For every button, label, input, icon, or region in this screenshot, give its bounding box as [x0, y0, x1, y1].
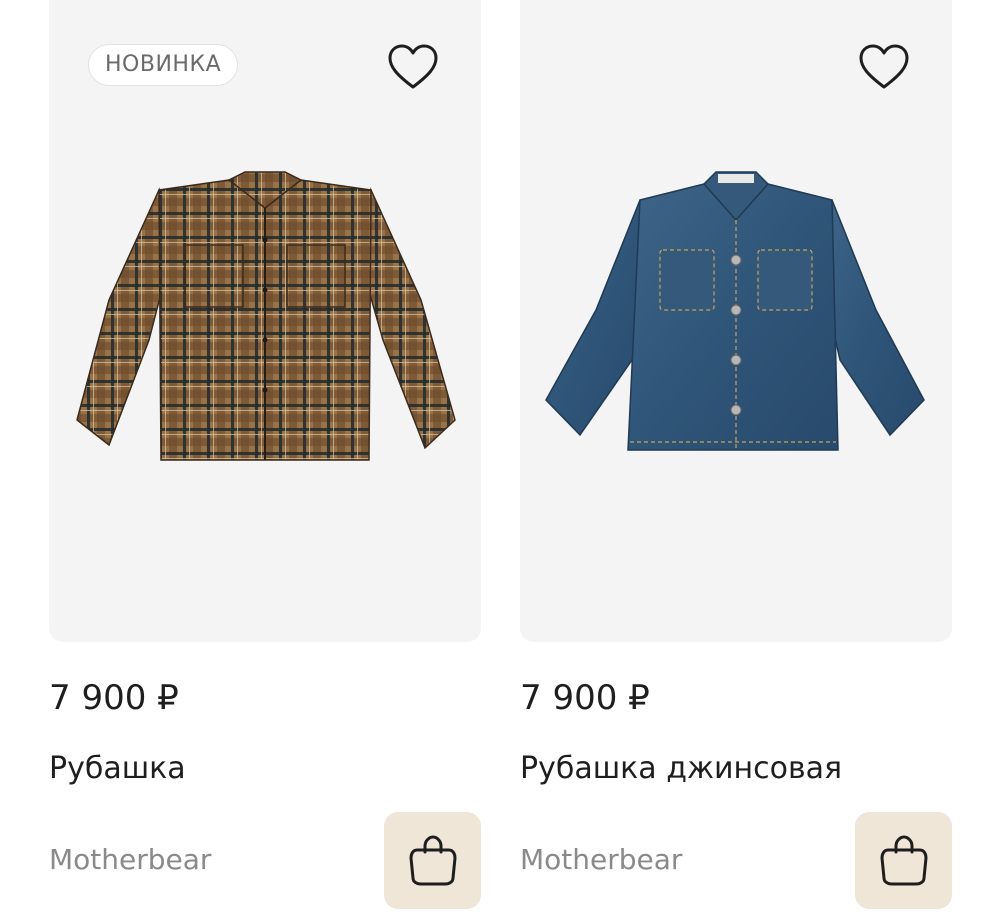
product-price: 7 900 ₽	[49, 678, 179, 718]
heart-icon[interactable]	[858, 42, 910, 94]
product-grid: НОВИНКА 7 900 ₽ Рубашка Motherbear 7 900…	[0, 0, 1000, 921]
product-title[interactable]: Рубашка	[49, 748, 186, 790]
add-to-cart-button[interactable]	[855, 812, 952, 909]
product-price: 7 900 ₽	[520, 678, 650, 718]
new-badge: НОВИНКА	[88, 44, 239, 86]
plaid-shirt-image	[49, 150, 481, 490]
product-brand: Motherbear	[520, 843, 683, 876]
shopping-bag-icon	[409, 835, 457, 886]
add-to-cart-button[interactable]	[384, 812, 481, 909]
shopping-bag-icon	[880, 835, 928, 886]
product-image-area[interactable]: НОВИНКА	[49, 0, 481, 642]
product-image-area[interactable]	[520, 0, 952, 642]
product-card-plaid-shirt[interactable]: НОВИНКА 7 900 ₽ Рубашка Motherbear	[49, 0, 481, 921]
product-card-denim-shirt[interactable]: 7 900 ₽ Рубашка джинсовая Motherbear	[520, 0, 952, 921]
product-brand: Motherbear	[49, 843, 212, 876]
heart-icon[interactable]	[387, 42, 439, 94]
product-title[interactable]: Рубашка джинсовая	[520, 748, 842, 790]
denim-shirt-image	[520, 150, 952, 490]
